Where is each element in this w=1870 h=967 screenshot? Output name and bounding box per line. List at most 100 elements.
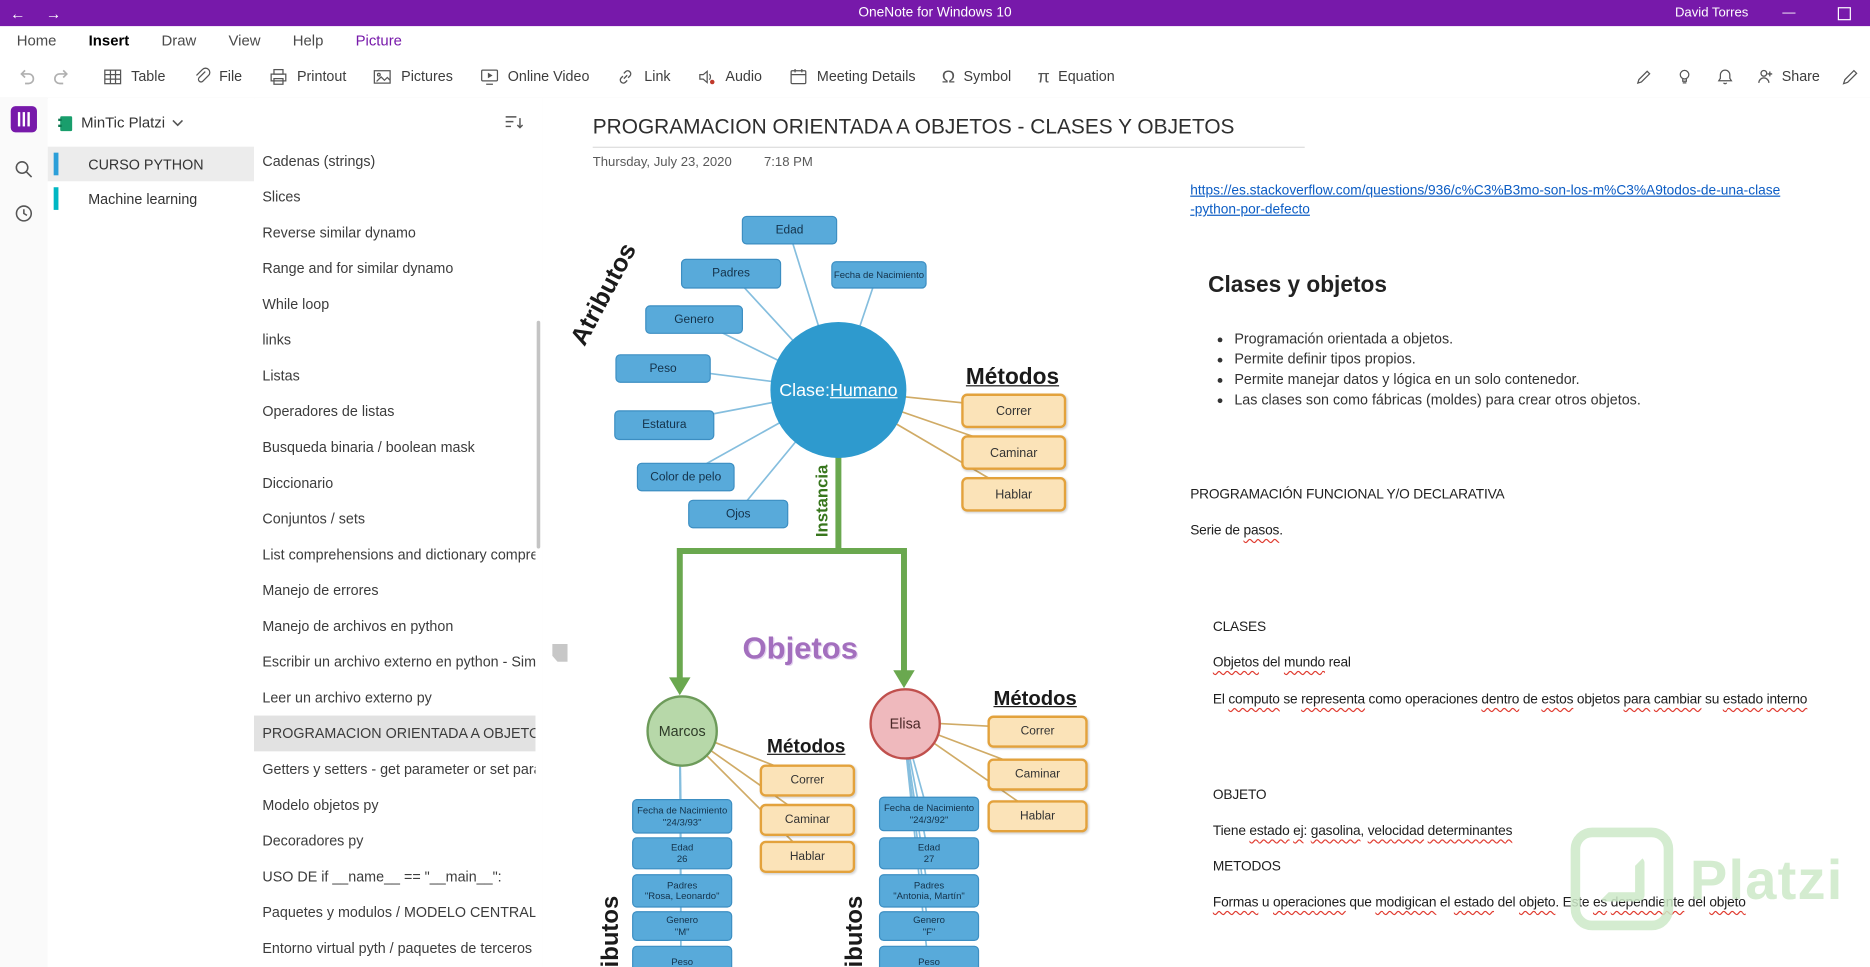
attribute-node: Estatura <box>614 410 715 441</box>
recent-notes-button[interactable] <box>10 199 39 228</box>
redo-button[interactable] <box>52 67 71 86</box>
equation-button[interactable]: π Equation <box>1037 67 1114 85</box>
left-rail <box>0 97 48 967</box>
page-list-item[interactable]: Cadenas (strings) <box>254 143 535 179</box>
back-button[interactable]: ← <box>0 4 36 22</box>
pages-scrollbar-thumb[interactable] <box>536 320 541 549</box>
share-person-icon <box>1758 69 1773 83</box>
page-list-item[interactable]: Escribir un archivo externo en python - … <box>254 644 535 680</box>
pictures-button[interactable]: Pictures <box>373 66 453 86</box>
object-attribute-node: Edad 27 <box>878 837 980 870</box>
section-item-curso-python[interactable]: CURSO PYTHON <box>47 146 255 182</box>
notebook-header[interactable]: MinTic Platzi <box>57 109 254 138</box>
page-list-item[interactable]: Manejo de errores <box>254 572 535 608</box>
note-line: Objetos del mundo real <box>1212 655 1351 671</box>
file-button[interactable]: File <box>192 67 242 86</box>
note-line: Tiene estado ej: gasolina, velocidad det… <box>1212 824 1513 839</box>
minimize-button[interactable]: — <box>1775 0 1804 26</box>
object-attribute-node: Fecha de Nacimiento "24/3/92" <box>878 796 980 832</box>
page-list-item[interactable]: While loop <box>254 286 535 322</box>
page-list-item[interactable]: USO DE if __name__ == "__main__": <box>254 859 535 895</box>
method-node: Caminar <box>961 435 1067 470</box>
meeting-details-button[interactable]: Meeting Details <box>788 66 916 86</box>
page-list-item[interactable]: Operadores de listas <box>254 394 535 430</box>
tab-home[interactable]: Home <box>17 32 57 49</box>
attribute-node: Fecha de Nacimiento <box>831 261 927 289</box>
edit-pen-icon <box>1842 69 1858 85</box>
search-icon <box>15 161 33 178</box>
stackoverflow-link[interactable]: https://es.stackoverflow.com/questions/9… <box>1190 181 1783 219</box>
tab-draw[interactable]: Draw <box>161 32 196 49</box>
note-line: CLASES <box>1212 620 1266 635</box>
page-list-item[interactable]: Paquetes y modulos / MODELO CENTRAL Y... <box>254 894 535 930</box>
table-button[interactable]: Table <box>103 66 165 86</box>
page-list-item[interactable]: Conjuntos / sets <box>254 501 535 537</box>
page-list-item[interactable]: Modelo objetos py <box>254 787 535 823</box>
page-list-item[interactable]: List comprehensions and dictionary compr… <box>254 537 535 573</box>
account-name[interactable]: David Torres <box>1675 6 1748 20</box>
restore-icon <box>1837 6 1851 20</box>
attributes-label: Atributos <box>841 895 869 967</box>
page-list-item[interactable]: Diccionario <box>254 465 535 501</box>
notifications-button[interactable] <box>1715 66 1735 86</box>
section-item-machine-learning[interactable]: Machine learning <box>48 181 254 216</box>
ink-button[interactable] <box>1634 66 1654 86</box>
page-list-item[interactable]: Leer un archivo externo py <box>254 680 535 716</box>
restore-button[interactable] <box>1829 0 1858 26</box>
redo-icon <box>54 69 68 85</box>
lightbulb-icon <box>1679 69 1690 83</box>
page-list-item[interactable]: Manejo de archivos en python <box>254 608 535 644</box>
page-list-item[interactable]: Entorno virtual pyth / paquetes de terce… <box>254 930 535 966</box>
platzi-logo-icon <box>1570 827 1674 931</box>
doc-card-bullets: Programación orientada a objetos. Permit… <box>1215 329 1864 410</box>
method-node: Correr <box>987 715 1088 748</box>
page-list-item[interactable]: Busqueda binaria / boolean mask <box>254 429 535 465</box>
attributes-label: Atributos <box>597 895 624 967</box>
pages-list: Cadenas (strings) Slices Reverse similar… <box>254 143 536 966</box>
note-line: Serie de pasos. <box>1190 523 1283 538</box>
object-attribute-node: Peso <box>632 945 733 967</box>
symbol-button[interactable]: Ω Symbol <box>942 67 1011 85</box>
notebook-icon <box>58 115 73 131</box>
attribute-node: Color de pelo <box>636 462 735 492</box>
tab-help[interactable]: Help <box>293 32 324 49</box>
tell-me-button[interactable] <box>1674 66 1694 86</box>
object-attribute-node: Fecha de Nacimiento "24/3/93" <box>632 799 733 834</box>
section-color-bar <box>53 152 59 176</box>
section-color-bar <box>53 187 59 210</box>
sort-pages-button[interactable] <box>504 112 524 131</box>
object-attribute-node: Edad 26 <box>632 837 733 870</box>
methods-heading: Métodos <box>766 737 846 758</box>
page-list-item[interactable]: PROGRAMACION ORIENTADA A OBJETOS -... <box>254 715 536 752</box>
tab-picture[interactable]: Picture <box>356 32 402 49</box>
notebooks-button[interactable] <box>10 105 39 134</box>
object-attribute-node: Peso <box>878 945 980 967</box>
page-list-item[interactable]: Range and for similar dynamo <box>254 250 535 286</box>
tab-insert[interactable]: Insert <box>89 32 130 49</box>
attribute-node: Ojos <box>688 499 789 529</box>
online-video-button[interactable]: Online Video <box>479 66 589 86</box>
tab-view[interactable]: View <box>228 32 260 49</box>
search-button[interactable] <box>10 155 39 184</box>
doc-card-title: Clases y objetos <box>1208 273 1387 299</box>
platzi-watermark: Platzi <box>1570 827 1844 931</box>
audio-button[interactable]: Audio <box>697 66 762 86</box>
method-node: Hablar <box>759 840 856 873</box>
page-list-item[interactable]: Getters y setters - get parameter or set… <box>254 751 535 787</box>
undo-icon <box>20 69 35 85</box>
page-list-item[interactable]: Slices <box>254 179 535 215</box>
chevron-down-icon <box>172 119 184 126</box>
link-button[interactable]: Link <box>616 66 671 86</box>
table-icon <box>104 68 122 84</box>
page-list-item[interactable]: Reverse similar dynamo <box>254 215 535 251</box>
instance-label: Instancia <box>812 464 832 538</box>
undo-button[interactable] <box>17 67 36 86</box>
page-list-item[interactable]: links <box>254 322 535 358</box>
forward-button[interactable]: → <box>36 4 72 22</box>
printout-button[interactable]: Printout <box>268 66 346 86</box>
page-list-item[interactable]: Listas <box>254 358 535 394</box>
full-screen-ink-button[interactable] <box>1840 66 1860 86</box>
pages-panel: Cadenas (strings) Slices Reverse similar… <box>254 97 544 967</box>
page-list-item[interactable]: Decoradores py <box>254 823 535 859</box>
share-button[interactable]: Share <box>1755 67 1820 86</box>
